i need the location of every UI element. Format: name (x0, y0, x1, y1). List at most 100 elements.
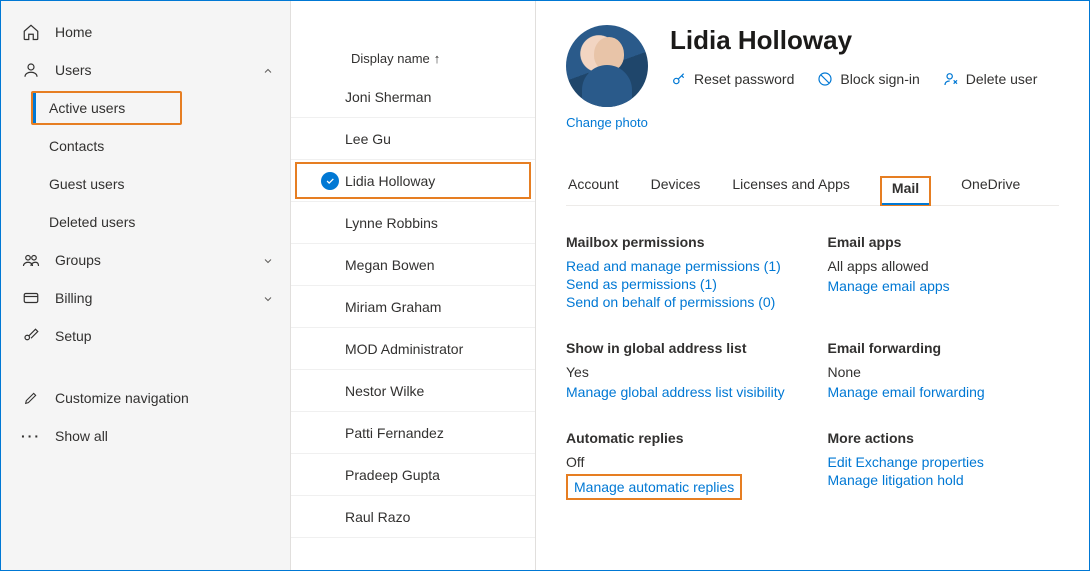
user-row[interactable]: Lee Gu (291, 118, 535, 160)
nav-billing-label: Billing (55, 290, 262, 306)
sort-asc-icon: ↑ (434, 51, 441, 66)
setup-icon (21, 326, 41, 346)
nav-home-label: Home (55, 24, 274, 40)
sidebar: Home Users Active users Contacts Guest u… (1, 1, 291, 570)
user-row[interactable]: MOD Administrator (291, 328, 535, 370)
chevron-up-icon (262, 64, 274, 76)
nav-contacts-label: Contacts (49, 138, 274, 154)
user-row[interactable]: Patti Fernandez (291, 412, 535, 454)
forwarding-status: None (828, 364, 1060, 380)
nav-setup-label: Setup (55, 328, 274, 344)
block-signin-label: Block sign-in (840, 71, 919, 87)
user-name: Miriam Graham (345, 299, 441, 315)
section-title: Email apps (828, 234, 1060, 250)
user-name: Raul Razo (345, 509, 410, 525)
block-icon (816, 70, 834, 88)
nav-users[interactable]: Users (1, 51, 290, 89)
user-row[interactable]: Raul Razo (291, 496, 535, 538)
detail-panel: Change photo Lidia Holloway Reset passwo… (536, 1, 1089, 570)
nav-contacts[interactable]: Contacts (1, 127, 290, 165)
delete-user-button[interactable]: Delete user (942, 70, 1038, 88)
send-as-permissions-link[interactable]: Send as permissions (1) (566, 276, 798, 292)
reset-password-label: Reset password (694, 71, 794, 87)
home-icon (21, 22, 41, 42)
user-title: Lidia Holloway (670, 25, 1059, 56)
nav-home[interactable]: Home (1, 13, 290, 51)
tab-licenses[interactable]: Licenses and Apps (730, 176, 852, 205)
list-header[interactable]: Display name ↑ (291, 51, 535, 76)
manage-automatic-replies-link[interactable]: Manage automatic replies (566, 474, 742, 500)
email-apps-status: All apps allowed (828, 258, 1060, 274)
billing-icon (21, 288, 41, 308)
user-row[interactable]: Lidia Holloway (291, 160, 535, 202)
user-name: Patti Fernandez (345, 425, 444, 441)
section-title: More actions (828, 430, 1060, 446)
section-gal: Show in global address list Yes Manage g… (566, 340, 798, 402)
nav-active-users[interactable]: Active users (31, 91, 182, 125)
tabs: Account Devices Licenses and Apps Mail O… (566, 176, 1059, 206)
nav-show-all[interactable]: ··· Show all (1, 417, 290, 455)
user-row[interactable]: Lynne Robbins (291, 202, 535, 244)
check-slot[interactable] (315, 172, 345, 190)
user-row[interactable]: Miriam Graham (291, 286, 535, 328)
nav-deleted-users[interactable]: Deleted users (1, 203, 290, 241)
user-name: Pradeep Gupta (345, 467, 440, 483)
edit-icon (21, 388, 41, 408)
nav-users-label: Users (55, 62, 262, 78)
manage-email-apps-link[interactable]: Manage email apps (828, 278, 1060, 294)
auto-reply-status: Off (566, 454, 798, 470)
section-title: Mailbox permissions (566, 234, 798, 250)
nav-deleted-users-label: Deleted users (49, 214, 274, 230)
delete-user-icon (942, 70, 960, 88)
user-row[interactable]: Nestor Wilke (291, 370, 535, 412)
nav-guest-users-label: Guest users (49, 176, 274, 192)
user-name: Lee Gu (345, 131, 391, 147)
edit-exchange-properties-link[interactable]: Edit Exchange properties (828, 454, 1060, 470)
active-indicator (33, 93, 36, 123)
user-name: Megan Bowen (345, 257, 435, 273)
user-name: Lynne Robbins (345, 215, 438, 231)
tab-devices[interactable]: Devices (649, 176, 703, 205)
manage-gal-link[interactable]: Manage global address list visibility (566, 384, 798, 400)
user-list: Display name ↑ Joni Sherman Lee Gu Lidia H… (291, 1, 536, 570)
nav-billing[interactable]: Billing (1, 279, 290, 317)
list-header-label: Display name (351, 51, 430, 66)
chevron-down-icon (262, 292, 274, 304)
user-row[interactable]: Megan Bowen (291, 244, 535, 286)
section-mailbox-permissions: Mailbox permissions Read and manage perm… (566, 234, 798, 312)
user-name: Lidia Holloway (345, 173, 435, 189)
user-name: Nestor Wilke (345, 383, 424, 399)
manage-litigation-hold-link[interactable]: Manage litigation hold (828, 472, 1060, 488)
user-row[interactable]: Pradeep Gupta (291, 454, 535, 496)
user-icon (21, 60, 41, 80)
section-automatic-replies: Automatic replies Off Manage automatic r… (566, 430, 798, 502)
key-icon (670, 70, 688, 88)
chevron-down-icon (262, 254, 274, 266)
gal-status: Yes (566, 364, 798, 380)
send-on-behalf-permissions-link[interactable]: Send on behalf of permissions (0) (566, 294, 798, 310)
user-row[interactable]: Joni Sherman (291, 76, 535, 118)
read-manage-permissions-link[interactable]: Read and manage permissions (1) (566, 258, 798, 274)
delete-user-label: Delete user (966, 71, 1038, 87)
nav-customize[interactable]: Customize navigation (1, 379, 290, 417)
nav-guest-users[interactable]: Guest users (1, 165, 290, 203)
section-title: Automatic replies (566, 430, 798, 446)
tab-account[interactable]: Account (566, 176, 621, 205)
ellipsis-icon: ··· (21, 426, 41, 446)
nav-setup[interactable]: Setup (1, 317, 290, 355)
reset-password-button[interactable]: Reset password (670, 70, 794, 88)
block-signin-button[interactable]: Block sign-in (816, 70, 919, 88)
section-title: Show in global address list (566, 340, 798, 356)
user-name: MOD Administrator (345, 341, 463, 357)
check-icon (321, 172, 339, 190)
section-more-actions: More actions Edit Exchange properties Ma… (828, 430, 1060, 502)
nav-groups[interactable]: Groups (1, 241, 290, 279)
tab-onedrive[interactable]: OneDrive (959, 176, 1022, 205)
nav-active-users-label: Active users (49, 100, 164, 116)
section-email-forwarding: Email forwarding None Manage email forwa… (828, 340, 1060, 402)
nav-show-all-label: Show all (55, 428, 274, 444)
manage-forwarding-link[interactable]: Manage email forwarding (828, 384, 1060, 400)
change-photo-link[interactable]: Change photo (566, 115, 648, 130)
section-email-apps: Email apps All apps allowed Manage email… (828, 234, 1060, 312)
tab-mail[interactable]: Mail (880, 176, 931, 206)
